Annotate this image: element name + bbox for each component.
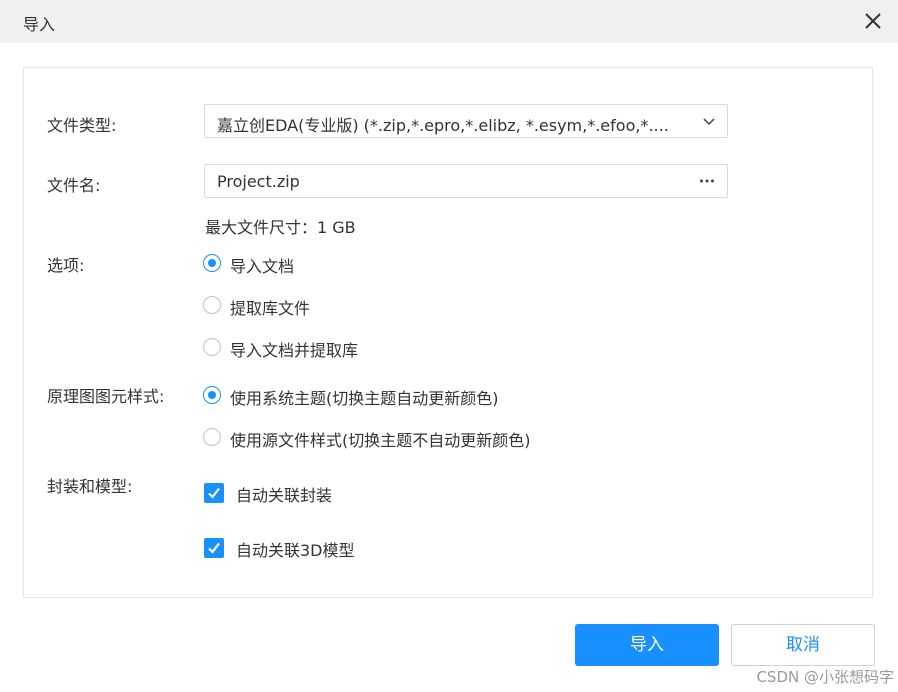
option-label: 导入文档并提取库 xyxy=(230,341,359,360)
watermark: CSDN @小张想码字 xyxy=(756,668,894,686)
radio-extract-libs[interactable] xyxy=(203,296,221,314)
file-type-value: 嘉立创EDA(专业版) (*.zip,*.epro,*.elibz, *.esy… xyxy=(217,116,669,135)
check-icon xyxy=(208,487,220,499)
radio-import-and-extract[interactable] xyxy=(203,338,221,356)
form-panel xyxy=(23,67,873,598)
radio-system-theme[interactable] xyxy=(203,386,221,404)
package-model-label: 封装和模型: xyxy=(47,477,133,496)
schematic-style-label: 原理图图元样式: xyxy=(47,387,165,406)
file-type-select[interactable]: 嘉立创EDA(专业版) (*.zip,*.epro,*.elibz, *.esy… xyxy=(204,104,728,138)
options-label: 选项: xyxy=(47,256,85,275)
check-icon xyxy=(208,542,220,554)
import-dialog: 导入 文件类型: 嘉立创EDA(专业版) (*.zip,*.epro,*.eli… xyxy=(0,0,898,692)
close-button[interactable] xyxy=(862,10,884,32)
checkbox-auto-3d-model-box[interactable] xyxy=(204,538,224,558)
radio-source-style[interactable] xyxy=(203,428,221,446)
checkbox-auto-footprint-box[interactable] xyxy=(204,483,224,503)
option-label: 导入文档 xyxy=(230,257,295,276)
option-label: 使用源文件样式(切换主题不自动更新颜色) xyxy=(230,431,531,450)
import-button[interactable]: 导入 xyxy=(575,624,719,666)
radio-import-docs[interactable] xyxy=(203,254,221,272)
option-label: 提取库文件 xyxy=(230,299,311,318)
file-name-label: 文件名: xyxy=(47,176,101,195)
more-horizontal-icon[interactable] xyxy=(699,173,715,189)
file-size-hint: 最大文件尺寸：1 GB xyxy=(205,218,356,237)
chevron-down-icon xyxy=(703,118,715,126)
file-type-label: 文件类型: xyxy=(47,116,117,135)
file-name-field[interactable]: Project.zip xyxy=(204,164,728,198)
file-name-value: Project.zip xyxy=(217,172,300,191)
cancel-button[interactable]: 取消 xyxy=(731,624,875,666)
checkbox-label: 自动关联3D模型 xyxy=(236,541,355,560)
dialog-titlebar: 导入 xyxy=(0,0,898,43)
dialog-title: 导入 xyxy=(23,15,56,34)
close-icon xyxy=(865,13,881,29)
checkbox-label: 自动关联封装 xyxy=(236,486,333,505)
option-label: 使用系统主题(切换主题自动更新颜色) xyxy=(230,389,499,408)
